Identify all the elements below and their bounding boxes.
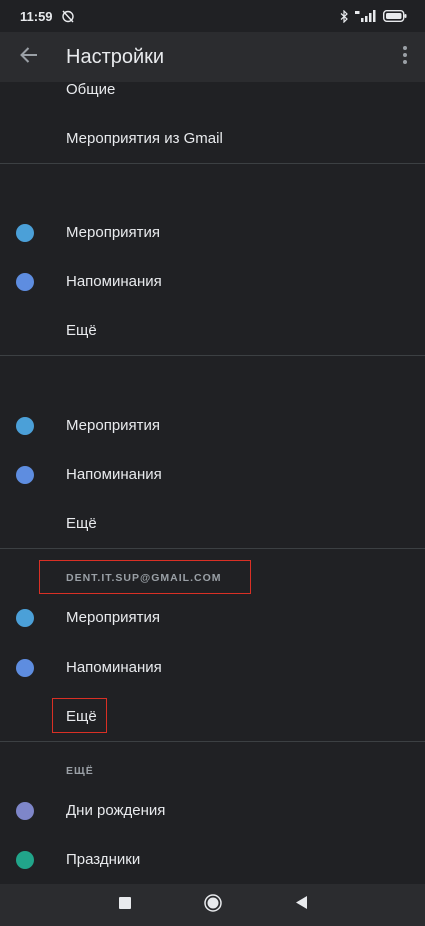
settings-item-general[interactable]: Общие — [0, 82, 425, 114]
settings-item-label: Напоминания — [66, 466, 162, 483]
divider — [0, 163, 425, 164]
account1-more-item[interactable]: Ещё — [0, 306, 425, 355]
page-title: Настройки — [66, 45, 165, 68]
settings-item-label: Мероприятия — [66, 417, 161, 434]
settings-item-label: Мероприятия — [66, 609, 161, 626]
account3-reminders-item[interactable]: Напоминания — [0, 643, 425, 692]
settings-item-gmail-events[interactable]: Мероприятия из Gmail — [0, 114, 425, 163]
settings-item-label: Праздники — [66, 851, 141, 868]
settings-item-label: Общие — [66, 82, 116, 98]
system-nav-bar — [0, 884, 425, 926]
more-options-button[interactable] — [385, 32, 425, 82]
back-button[interactable] — [0, 32, 58, 82]
back-nav-button[interactable] — [281, 884, 321, 926]
more-section-header: ЕЩЁ — [66, 765, 94, 777]
status-bar: 11:59 — [0, 0, 425, 32]
account2-reminders-item[interactable]: Напоминания — [0, 450, 425, 499]
settings-item-label: Мероприятия — [66, 224, 161, 241]
holidays-color-dot — [16, 850, 34, 869]
events-color-dot — [16, 416, 34, 435]
highlight-frame-more — [52, 698, 107, 733]
reminders-color-dot — [16, 658, 34, 677]
divider — [0, 355, 425, 356]
circle-icon — [204, 893, 222, 917]
reminders-color-dot — [16, 272, 34, 291]
settings-item-label: Мероприятия из Gmail — [66, 130, 223, 147]
signal-icon — [355, 10, 377, 22]
bluetooth-icon — [340, 9, 349, 23]
settings-item-label: Напоминания — [66, 659, 162, 676]
settings-item-label: Напоминания — [66, 273, 162, 290]
holidays-item[interactable]: Праздники — [0, 835, 425, 884]
battery-icon — [383, 10, 407, 22]
account1-reminders-item[interactable]: Напоминания — [0, 257, 425, 306]
birthdays-color-dot — [16, 801, 34, 820]
account2-more-item[interactable]: Ещё — [0, 499, 425, 548]
account1-events-item[interactable]: Мероприятия — [0, 208, 425, 257]
recents-button[interactable] — [105, 884, 145, 926]
arrow-back-icon — [20, 46, 38, 68]
reminders-color-dot — [16, 465, 34, 484]
square-icon — [119, 896, 131, 914]
birthdays-item[interactable]: Дни рождения — [0, 786, 425, 835]
events-color-dot — [16, 223, 34, 242]
account3-events-item[interactable]: Мероприятия — [0, 593, 425, 642]
app-bar: Настройки — [0, 32, 425, 82]
alarm-off-icon — [61, 9, 75, 23]
settings-item-label: Ещё — [66, 515, 97, 532]
home-button[interactable] — [193, 884, 233, 926]
settings-list: Общие Мероприятия из Gmail Мероприятия Н… — [0, 82, 425, 884]
settings-item-label: Дни рождения — [66, 802, 166, 819]
divider — [0, 741, 425, 742]
account2-events-item[interactable]: Мероприятия — [0, 401, 425, 450]
divider — [0, 548, 425, 549]
more-vert-icon — [403, 45, 407, 69]
triangle-back-icon — [295, 896, 307, 914]
events-color-dot — [16, 608, 34, 627]
highlight-frame-account — [39, 560, 251, 594]
status-time: 11:59 — [20, 8, 53, 24]
settings-item-label: Ещё — [66, 322, 97, 339]
